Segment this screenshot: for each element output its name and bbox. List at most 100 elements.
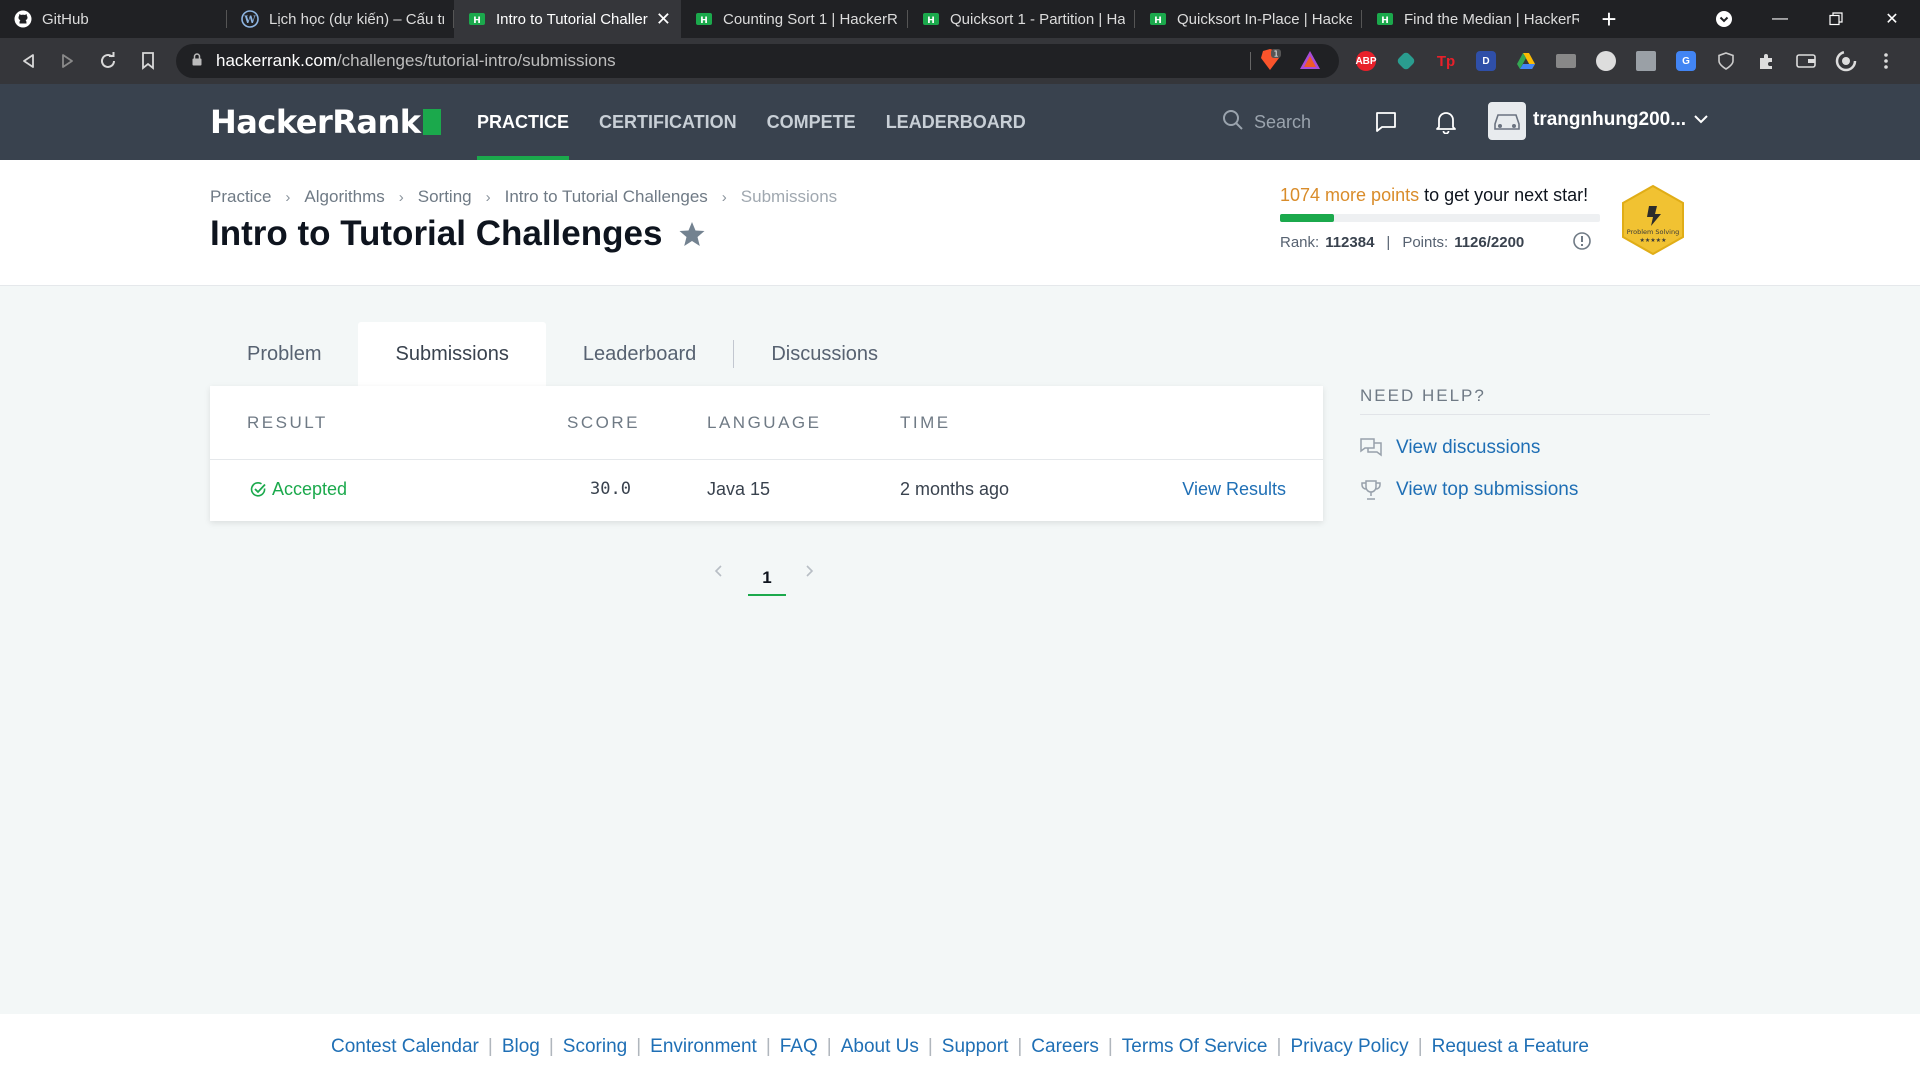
address-bar[interactable]: hackerrank.com/challenges/tutorial-intro… [176, 44, 1339, 78]
footer-careers[interactable]: Careers [1031, 1036, 1099, 1058]
footer-environment[interactable]: Environment [650, 1036, 757, 1058]
tab-discussions[interactable]: Discussions [734, 322, 915, 386]
breadcrumb-practice[interactable]: Practice [210, 187, 271, 207]
footer-support[interactable]: Support [942, 1036, 1009, 1058]
browser-tab-quicksort-partition[interactable]: H Quicksort 1 - Partition | Hac [908, 0, 1135, 38]
browser-tab-find-median[interactable]: H Find the Median | HackerRa [1362, 0, 1589, 38]
bookmark-star-icon[interactable] [678, 221, 706, 247]
profile-icon[interactable] [1826, 44, 1866, 78]
reload-icon[interactable] [88, 38, 128, 84]
breadcrumb-submissions: Submissions [740, 187, 838, 206]
notifications-icon[interactable] [1432, 108, 1460, 136]
page-number[interactable]: 1 [748, 568, 786, 596]
back-icon[interactable] [8, 38, 48, 84]
nav-leaderboard[interactable]: LEADERBOARD [871, 84, 1041, 160]
username[interactable]: trangnhung200... [1533, 109, 1686, 131]
tab-leaderboard[interactable]: Leaderboard [546, 322, 733, 386]
footer: Contest Calendar | Blog | Scoring | Environ… [0, 1014, 1920, 1080]
card-icon[interactable] [1546, 44, 1586, 78]
hackerrank-logo[interactable]: HackerRank [210, 102, 441, 142]
trophy-icon [1361, 480, 1381, 500]
browser-tab-github[interactable]: GitHub [0, 0, 227, 38]
footer-request-feature[interactable]: Request a Feature [1432, 1036, 1589, 1058]
column-result: RESULT [247, 413, 328, 432]
avatar[interactable] [1488, 102, 1526, 140]
copy-icon[interactable] [1626, 44, 1666, 78]
tab-problem[interactable]: Problem [210, 322, 358, 386]
rank-label: Rank: [1280, 234, 1320, 251]
footer-faq[interactable]: FAQ [780, 1036, 818, 1058]
close-tab-icon[interactable]: ✕ [656, 9, 671, 30]
puzzle-icon[interactable] [1746, 44, 1786, 78]
challenge-header: Practice › Algorithms › Sorting › Intro … [0, 160, 1920, 286]
browser-tab-bar: GitHub W Lịch học (dự kiến) – Cấu trú H … [0, 0, 1920, 38]
new-tab-button[interactable]: + [1589, 0, 1629, 38]
chevron-down-icon[interactable] [1693, 112, 1709, 130]
brave-badge: 1 [1273, 50, 1278, 59]
url-path: /challenges/tutorial-intro/submissions [336, 51, 616, 70]
chevron-left-icon[interactable] [714, 564, 724, 583]
globe-icon[interactable] [1586, 44, 1626, 78]
site-navbar: HackerRank PRACTICE CERTIFICATION COMPET… [0, 84, 1920, 160]
result-accepted[interactable]: Accepted [250, 479, 347, 500]
tab-title: Quicksort In-Place | Hacker [1177, 10, 1352, 28]
d-icon[interactable]: D [1466, 44, 1506, 78]
progress-fill [1280, 214, 1335, 222]
view-results-link[interactable]: View Results [1182, 479, 1286, 500]
footer-contest-calendar[interactable]: Contest Calendar [331, 1036, 479, 1058]
abp-icon[interactable]: ABP [1346, 44, 1386, 78]
browser-tab-quicksort-inplace[interactable]: H Quicksort In-Place | Hacker [1135, 0, 1362, 38]
view-top-submissions-link[interactable]: View top submissions [1360, 479, 1710, 501]
svg-text:H: H [927, 16, 935, 26]
nav-search[interactable]: Search [1222, 106, 1311, 138]
minimize-icon[interactable]: — [1752, 0, 1808, 38]
problem-solving-badge-icon[interactable]: Problem Solving ★★★★★ [1620, 184, 1686, 256]
translate-icon[interactable]: G [1666, 44, 1706, 78]
tab-title: Quicksort 1 - Partition | Hac [950, 10, 1125, 28]
nav-compete[interactable]: COMPETE [752, 84, 871, 160]
breadcrumb-algorithms[interactable]: Algorithms [304, 187, 384, 207]
tab-submissions[interactable]: Submissions [358, 322, 546, 386]
footer-scoring[interactable]: Scoring [563, 1036, 627, 1058]
brave-shield-icon[interactable]: 1 [1259, 48, 1281, 77]
star-progress-bar [1280, 214, 1600, 222]
table-row: Accepted 30.0 Java 15 2 months ago View … [210, 460, 1323, 521]
view-discussions-link[interactable]: View discussions [1360, 437, 1710, 459]
footer-terms[interactable]: Terms Of Service [1122, 1036, 1268, 1058]
points-message: to get your next star! [1419, 185, 1589, 205]
footer-privacy[interactable]: Privacy Policy [1290, 1036, 1408, 1058]
need-help-title: NEED HELP? [1360, 386, 1710, 415]
menu-icon[interactable] [1866, 44, 1906, 78]
messages-icon[interactable] [1372, 108, 1400, 136]
bookmark-icon[interactable] [128, 38, 168, 84]
drive-icon[interactable] [1506, 44, 1546, 78]
chevron-right-icon: › [285, 188, 291, 206]
column-language: LANGUAGE [707, 413, 822, 432]
hackerrank-icon: H [1376, 10, 1394, 28]
column-score: SCORE [567, 413, 640, 432]
shield-icon[interactable] [1706, 44, 1746, 78]
nav-certification[interactable]: CERTIFICATION [584, 84, 752, 160]
browser-tab-lich-hoc[interactable]: W Lịch học (dự kiến) – Cấu trú [227, 0, 454, 38]
nav-practice[interactable]: PRACTICE [462, 84, 584, 160]
tab-title: Intro to Tutorial Challer [496, 10, 648, 28]
breadcrumb-sorting[interactable]: Sorting [418, 187, 472, 207]
forward-icon[interactable] [48, 38, 88, 84]
wallet-icon[interactable] [1786, 44, 1826, 78]
tab-search-icon[interactable] [1696, 0, 1752, 38]
score-value: 30.0 [590, 479, 631, 499]
extension-icon[interactable] [1386, 44, 1426, 78]
close-window-icon[interactable]: ✕ [1864, 0, 1920, 38]
hackerrank-icon: H [1149, 10, 1167, 28]
chevron-right-icon: › [485, 188, 491, 206]
info-icon[interactable] [1572, 231, 1592, 256]
footer-about-us[interactable]: About Us [841, 1036, 919, 1058]
tp-icon[interactable]: Tp [1426, 44, 1466, 78]
breadcrumb-challenge[interactable]: Intro to Tutorial Challenges [505, 187, 708, 207]
restore-icon[interactable] [1808, 0, 1864, 38]
brave-rewards-icon[interactable] [1299, 50, 1321, 75]
browser-tab-intro-tutorial[interactable]: H Intro to Tutorial Challer ✕ [454, 0, 681, 38]
footer-blog[interactable]: Blog [502, 1036, 540, 1058]
browser-tab-counting-sort[interactable]: H Counting Sort 1 | HackerRa [681, 0, 908, 38]
chevron-right-icon[interactable] [804, 564, 814, 583]
